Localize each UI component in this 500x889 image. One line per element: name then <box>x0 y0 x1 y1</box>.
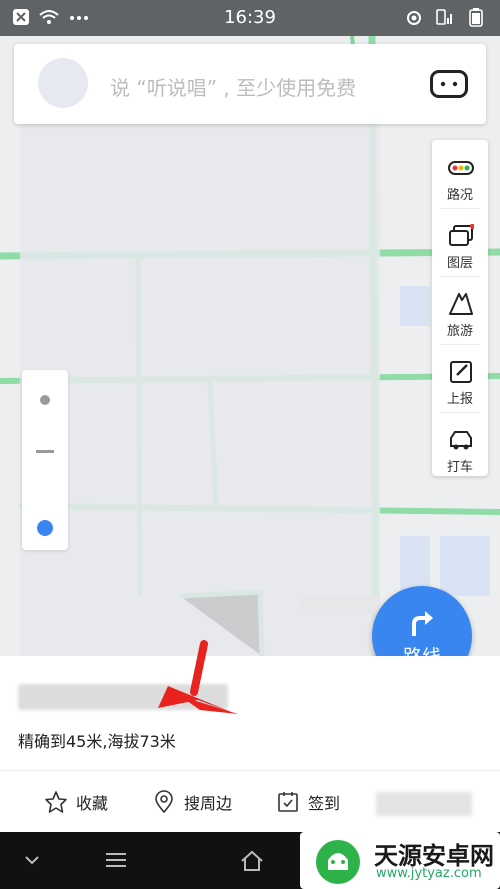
divider <box>0 770 500 771</box>
report-icon <box>450 361 472 383</box>
menu-icon[interactable] <box>104 850 128 870</box>
location-pin-icon <box>155 790 173 814</box>
avatar[interactable] <box>38 58 88 108</box>
annotation-arrow-icon <box>158 640 238 714</box>
divider <box>440 208 480 209</box>
tool-label: 路况 <box>446 188 473 203</box>
watermark: 天源安卓网 www.jytyaz.com <box>300 832 500 889</box>
divider <box>440 412 480 413</box>
place-info-card[interactable]: 精确到45米,海拔73米 收藏 搜周边 签到 <box>0 656 500 832</box>
battery-icon <box>464 8 488 32</box>
voice-assistant-icon[interactable] <box>430 70 468 98</box>
action-label: 签到 <box>308 794 341 813</box>
layers-icon <box>449 224 474 246</box>
checkin-button[interactable]: 签到 <box>276 790 340 814</box>
tool-tourism[interactable]: 旅游 <box>432 278 488 344</box>
map-view[interactable] <box>0 36 500 656</box>
home-icon[interactable] <box>240 850 264 872</box>
accuracy-text: 精确到45米,海拔73米 <box>18 732 176 751</box>
status-bar: 16:39 <box>0 0 500 36</box>
taxi-icon <box>450 431 472 450</box>
divider <box>440 276 480 277</box>
chevron-down-icon[interactable] <box>22 850 42 870</box>
watermark-url: www.jytyaz.com <box>376 866 482 881</box>
location-status-icon <box>404 8 424 32</box>
zoom-controls[interactable] <box>22 370 68 550</box>
favorite-button[interactable]: 收藏 <box>44 790 108 814</box>
tool-report[interactable]: 上报 <box>432 346 488 412</box>
tool-label: 旅游 <box>446 324 473 339</box>
tool-label: 打车 <box>446 460 473 475</box>
divider <box>440 344 480 345</box>
tool-traffic[interactable]: 路况 <box>432 142 488 208</box>
tourism-icon <box>449 293 473 315</box>
map-tools-panel: 路况 图层 旅游 上报 打车 <box>432 140 488 476</box>
tool-layers[interactable]: 图层 <box>432 210 488 276</box>
checkin-icon <box>278 792 298 812</box>
blurred-action[interactable] <box>376 792 472 816</box>
action-label: 收藏 <box>76 794 109 813</box>
action-label: 搜周边 <box>184 794 233 813</box>
signal-icon <box>434 8 454 32</box>
search-bar[interactable]: 说 “听说唱” , 至少使用免费 <box>14 44 486 124</box>
place-actions: 收藏 搜周边 签到 <box>0 784 500 824</box>
watermark-logo-icon <box>316 840 360 884</box>
search-placeholder: 说 “听说唱” , 至少使用免费 <box>110 76 357 100</box>
search-nearby-button[interactable]: 搜周边 <box>152 790 232 814</box>
tool-label: 上报 <box>446 392 473 407</box>
star-icon <box>45 791 67 813</box>
tool-label: 图层 <box>446 256 473 271</box>
route-arrow-icon <box>412 611 433 636</box>
traffic-light-icon <box>448 161 474 175</box>
tool-taxi[interactable]: 打车 <box>432 414 488 480</box>
map-blurred-region <box>20 44 380 656</box>
